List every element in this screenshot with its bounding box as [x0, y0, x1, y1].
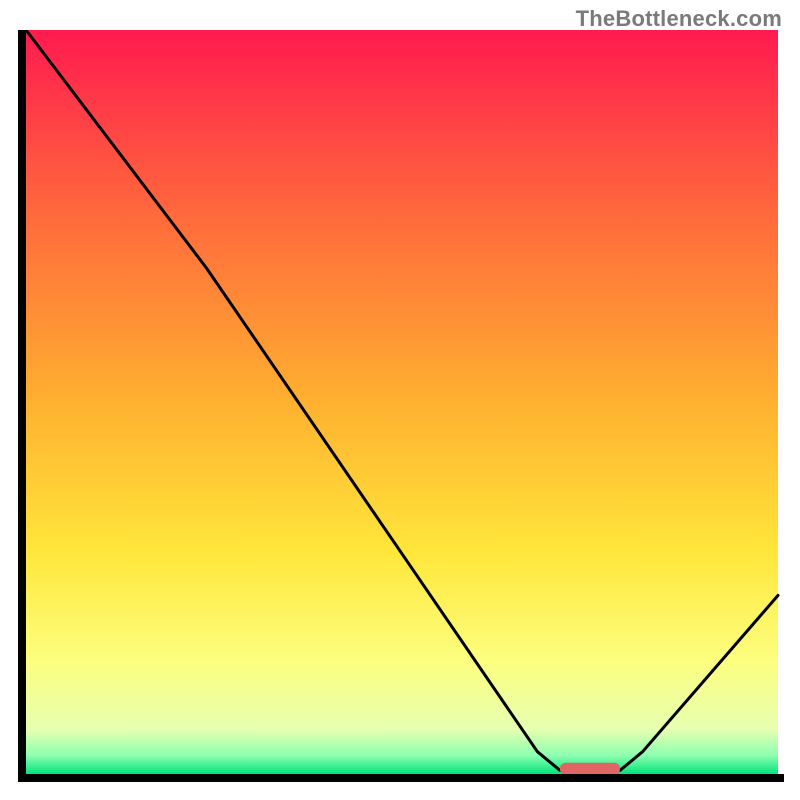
- optimal-range-marker: [560, 763, 620, 775]
- watermark-text: TheBottleneck.com: [576, 6, 782, 32]
- chart-frame: [16, 30, 784, 786]
- bottleneck-chart: [16, 30, 784, 786]
- gradient-background: [26, 30, 778, 774]
